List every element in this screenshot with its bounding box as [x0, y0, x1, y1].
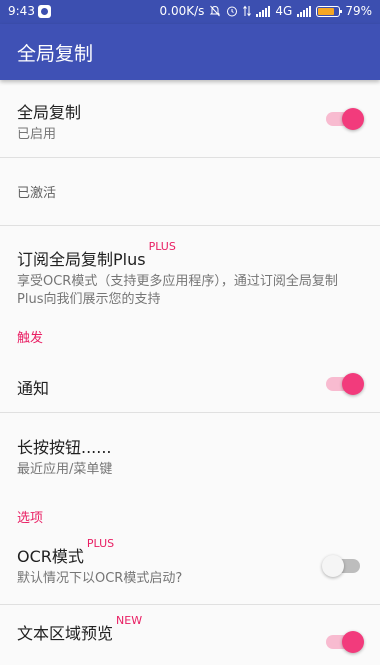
notification-setting[interactable]: 通知	[0, 356, 380, 412]
status-bar: 9:43 0.00K/s 4G 79%	[0, 0, 380, 24]
subscribe-summary: 享受OCR模式（支持更多应用程序），通过订阅全局复制Plus向我们展示您的支持	[17, 274, 338, 307]
toggle-thumb	[342, 108, 364, 130]
global-copy-summary: 已启用	[17, 127, 57, 142]
plus-badge: PLUS	[148, 240, 176, 253]
global-copy-title: 全局复制	[17, 103, 82, 122]
network-speed: 0.00K/s	[159, 4, 205, 18]
battery-fill	[318, 7, 335, 15]
ocr-mode-toggle[interactable]	[322, 555, 360, 577]
subscribe-title-line: 订阅全局复制PlusPLUS	[17, 240, 363, 270]
data-transfer-icon	[243, 5, 252, 17]
subscribe-title: 订阅全局复制Plus	[17, 250, 146, 269]
activated-text: 已激活	[17, 186, 57, 201]
text-preview-title: 文本区域预览	[17, 624, 114, 643]
text-preview-toggle[interactable]	[326, 631, 364, 653]
global-copy-setting[interactable]: 全局复制 已启用	[0, 80, 380, 157]
signal-icon-2	[297, 5, 312, 17]
long-press-setting[interactable]: 长按按钮...... 最近应用/菜单键	[0, 413, 380, 493]
text-preview-setting[interactable]: 文本区域预览NEW	[0, 605, 380, 665]
network-type: 4G	[275, 4, 293, 18]
status-icons: 0.00K/s 4G 79%	[160, 4, 373, 18]
battery-icon	[316, 5, 343, 17]
long-press-title: 长按按钮......	[17, 438, 112, 457]
app-notification-icon	[38, 5, 51, 18]
options-category: 选项	[0, 493, 380, 537]
activated-status: 已激活	[0, 158, 380, 225]
toggle-thumb	[322, 555, 344, 577]
ocr-mode-summary: 默认情况下以OCR模式启动?	[17, 571, 183, 586]
subscribe-plus-setting[interactable]: 订阅全局复制PlusPLUS 享受OCR模式（支持更多应用程序），通过订阅全局复…	[0, 226, 380, 310]
signal-icon	[256, 5, 271, 17]
notification-title: 通知	[17, 379, 50, 398]
new-badge: NEW	[116, 614, 143, 627]
app-bar: 全局复制	[0, 24, 380, 80]
category-options: 选项	[17, 511, 44, 526]
category-trigger: 触发	[17, 331, 44, 346]
battery-percent: 79%	[345, 4, 372, 18]
status-time: 9:43	[8, 4, 35, 18]
toggle-thumb	[342, 373, 364, 395]
text-preview-title-line: 文本区域预览NEW	[17, 614, 142, 644]
trigger-category: 触发	[0, 310, 380, 356]
global-copy-toggle[interactable]	[326, 108, 364, 130]
alarm-icon	[227, 6, 238, 17]
mute-icon	[210, 5, 221, 17]
plus-badge: PLUS	[86, 537, 115, 550]
toggle-thumb	[342, 631, 364, 653]
ocr-mode-title: OCR模式	[17, 547, 84, 566]
ocr-title-line: OCR模式PLUS	[17, 537, 182, 567]
ocr-mode-setting[interactable]: OCR模式PLUS 默认情况下以OCR模式启动?	[0, 537, 380, 604]
settings-list: 全局复制 已启用 已激活 订阅全局复制PlusPLUS 享受OCR模式（支持更多…	[0, 80, 380, 665]
notification-toggle[interactable]	[326, 373, 364, 395]
app-title: 全局复制	[17, 43, 94, 65]
long-press-summary: 最近应用/菜单键	[17, 462, 113, 477]
